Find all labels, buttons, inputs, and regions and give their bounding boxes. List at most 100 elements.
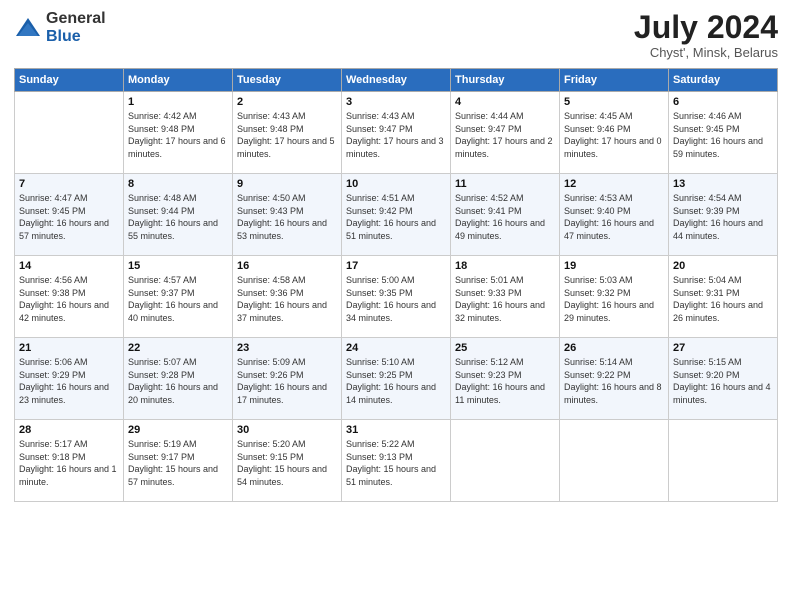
day-info: Sunrise: 4:43 AMSunset: 9:48 PMDaylight:… xyxy=(237,110,337,160)
day-cell: 25 Sunrise: 5:12 AMSunset: 9:23 PMDayligh… xyxy=(451,338,560,420)
day-info: Sunrise: 4:45 AMSunset: 9:46 PMDaylight:… xyxy=(564,110,664,160)
day-info: Sunrise: 4:48 AMSunset: 9:44 PMDaylight:… xyxy=(128,192,228,242)
day-info: Sunrise: 4:44 AMSunset: 9:47 PMDaylight:… xyxy=(455,110,555,160)
day-cell: 5 Sunrise: 4:45 AMSunset: 9:46 PMDaylight… xyxy=(560,92,669,174)
col-header-thursday: Thursday xyxy=(451,69,560,92)
header-row: SundayMondayTuesdayWednesdayThursdayFrid… xyxy=(15,69,778,92)
week-row-2: 7 Sunrise: 4:47 AMSunset: 9:45 PMDaylight… xyxy=(15,174,778,256)
day-cell: 18 Sunrise: 5:01 AMSunset: 9:33 PMDayligh… xyxy=(451,256,560,338)
day-info: Sunrise: 4:54 AMSunset: 9:39 PMDaylight:… xyxy=(673,192,773,242)
day-info: Sunrise: 5:04 AMSunset: 9:31 PMDaylight:… xyxy=(673,274,773,324)
logo: General Blue xyxy=(14,10,106,45)
page: General Blue July 2024 Chyst', Minsk, Be… xyxy=(0,0,792,612)
day-number: 7 xyxy=(19,178,119,190)
day-info: Sunrise: 5:15 AMSunset: 9:20 PMDaylight:… xyxy=(673,356,773,406)
day-cell: 4 Sunrise: 4:44 AMSunset: 9:47 PMDaylight… xyxy=(451,92,560,174)
day-cell: 29Sunrise: 5:19 AMSunset: 9:17 PMDayligh… xyxy=(124,420,233,502)
day-number: 18 xyxy=(455,260,555,272)
location-subtitle: Chyst', Minsk, Belarus xyxy=(634,45,778,60)
col-header-tuesday: Tuesday xyxy=(233,69,342,92)
day-number: 19 xyxy=(564,260,664,272)
day-cell xyxy=(15,92,124,174)
day-info: Sunrise: 4:46 AMSunset: 9:45 PMDaylight:… xyxy=(673,110,773,160)
day-number: 11 xyxy=(455,178,555,190)
day-number: 16 xyxy=(237,260,337,272)
week-row-1: 1Sunrise: 4:42 AMSunset: 9:48 PMDaylight… xyxy=(15,92,778,174)
col-header-sunday: Sunday xyxy=(15,69,124,92)
day-info: Sunrise: 5:22 AMSunset: 9:13 PMDaylight:… xyxy=(346,438,446,488)
day-cell: 17Sunrise: 5:00 AMSunset: 9:35 PMDayligh… xyxy=(342,256,451,338)
day-info: Sunrise: 4:58 AMSunset: 9:36 PMDaylight:… xyxy=(237,274,337,324)
day-cell: 12Sunrise: 4:53 AMSunset: 9:40 PMDayligh… xyxy=(560,174,669,256)
day-cell: 27 Sunrise: 5:15 AMSunset: 9:20 PMDayligh… xyxy=(669,338,778,420)
day-number: 3 xyxy=(346,96,446,108)
day-cell: 22Sunrise: 5:07 AMSunset: 9:28 PMDayligh… xyxy=(124,338,233,420)
day-number: 5 xyxy=(564,96,664,108)
day-cell: 23 Sunrise: 5:09 AMSunset: 9:26 PMDayligh… xyxy=(233,338,342,420)
day-number: 6 xyxy=(673,96,773,108)
day-cell xyxy=(451,420,560,502)
week-row-4: 21Sunrise: 5:06 AMSunset: 9:29 PMDayligh… xyxy=(15,338,778,420)
day-cell: 8Sunrise: 4:48 AMSunset: 9:44 PMDaylight… xyxy=(124,174,233,256)
day-cell: 19Sunrise: 5:03 AMSunset: 9:32 PMDayligh… xyxy=(560,256,669,338)
day-cell: 6 Sunrise: 4:46 AMSunset: 9:45 PMDaylight… xyxy=(669,92,778,174)
title-block: July 2024 Chyst', Minsk, Belarus xyxy=(634,10,778,60)
week-row-5: 28Sunrise: 5:17 AMSunset: 9:18 PMDayligh… xyxy=(15,420,778,502)
day-cell: 10 Sunrise: 4:51 AMSunset: 9:42 PMDayligh… xyxy=(342,174,451,256)
day-info: Sunrise: 5:20 AMSunset: 9:15 PMDaylight:… xyxy=(237,438,337,488)
week-row-3: 14 Sunrise: 4:56 AMSunset: 9:38 PMDayligh… xyxy=(15,256,778,338)
day-number: 24 xyxy=(346,342,446,354)
day-number: 2 xyxy=(237,96,337,108)
day-info: Sunrise: 4:47 AMSunset: 9:45 PMDaylight:… xyxy=(19,192,119,242)
day-number: 4 xyxy=(455,96,555,108)
col-header-saturday: Saturday xyxy=(669,69,778,92)
logo-icon xyxy=(14,14,42,42)
day-number: 23 xyxy=(237,342,337,354)
day-cell: 1Sunrise: 4:42 AMSunset: 9:48 PMDaylight… xyxy=(124,92,233,174)
day-info: Sunrise: 4:53 AMSunset: 9:40 PMDaylight:… xyxy=(564,192,664,242)
day-cell: 13 Sunrise: 4:54 AMSunset: 9:39 PMDayligh… xyxy=(669,174,778,256)
header: General Blue July 2024 Chyst', Minsk, Be… xyxy=(14,10,778,60)
day-cell: 30 Sunrise: 5:20 AMSunset: 9:15 PMDayligh… xyxy=(233,420,342,502)
col-header-monday: Monday xyxy=(124,69,233,92)
day-number: 30 xyxy=(237,424,337,436)
day-number: 25 xyxy=(455,342,555,354)
col-header-wednesday: Wednesday xyxy=(342,69,451,92)
day-cell: 28Sunrise: 5:17 AMSunset: 9:18 PMDayligh… xyxy=(15,420,124,502)
day-number: 27 xyxy=(673,342,773,354)
day-info: Sunrise: 5:12 AMSunset: 9:23 PMDaylight:… xyxy=(455,356,555,406)
day-info: Sunrise: 5:10 AMSunset: 9:25 PMDaylight:… xyxy=(346,356,446,406)
day-info: Sunrise: 4:43 AMSunset: 9:47 PMDaylight:… xyxy=(346,110,446,160)
day-cell: 2 Sunrise: 4:43 AMSunset: 9:48 PMDaylight… xyxy=(233,92,342,174)
day-info: Sunrise: 5:00 AMSunset: 9:35 PMDaylight:… xyxy=(346,274,446,324)
day-cell: 14 Sunrise: 4:56 AMSunset: 9:38 PMDayligh… xyxy=(15,256,124,338)
day-info: Sunrise: 4:51 AMSunset: 9:42 PMDaylight:… xyxy=(346,192,446,242)
day-number: 10 xyxy=(346,178,446,190)
day-number: 15 xyxy=(128,260,228,272)
day-info: Sunrise: 5:19 AMSunset: 9:17 PMDaylight:… xyxy=(128,438,228,488)
day-number: 26 xyxy=(564,342,664,354)
day-cell: 15Sunrise: 4:57 AMSunset: 9:37 PMDayligh… xyxy=(124,256,233,338)
day-info: Sunrise: 5:14 AMSunset: 9:22 PMDaylight:… xyxy=(564,356,664,406)
day-number: 14 xyxy=(19,260,119,272)
day-info: Sunrise: 5:09 AMSunset: 9:26 PMDaylight:… xyxy=(237,356,337,406)
day-number: 28 xyxy=(19,424,119,436)
day-cell: 20Sunrise: 5:04 AMSunset: 9:31 PMDayligh… xyxy=(669,256,778,338)
day-number: 22 xyxy=(128,342,228,354)
day-cell: 11 Sunrise: 4:52 AMSunset: 9:41 PMDayligh… xyxy=(451,174,560,256)
day-cell: 26 Sunrise: 5:14 AMSunset: 9:22 PMDayligh… xyxy=(560,338,669,420)
day-cell: 21Sunrise: 5:06 AMSunset: 9:29 PMDayligh… xyxy=(15,338,124,420)
day-cell: 7 Sunrise: 4:47 AMSunset: 9:45 PMDaylight… xyxy=(15,174,124,256)
day-info: Sunrise: 4:52 AMSunset: 9:41 PMDaylight:… xyxy=(455,192,555,242)
day-cell xyxy=(560,420,669,502)
day-info: Sunrise: 4:56 AMSunset: 9:38 PMDaylight:… xyxy=(19,274,119,324)
col-header-friday: Friday xyxy=(560,69,669,92)
day-info: Sunrise: 5:06 AMSunset: 9:29 PMDaylight:… xyxy=(19,356,119,406)
day-number: 13 xyxy=(673,178,773,190)
day-info: Sunrise: 5:01 AMSunset: 9:33 PMDaylight:… xyxy=(455,274,555,324)
day-cell: 16 Sunrise: 4:58 AMSunset: 9:36 PMDayligh… xyxy=(233,256,342,338)
calendar-table: SundayMondayTuesdayWednesdayThursdayFrid… xyxy=(14,68,778,502)
logo-blue: Blue xyxy=(46,28,81,45)
logo-general: General xyxy=(46,10,106,27)
day-cell: 3 Sunrise: 4:43 AMSunset: 9:47 PMDaylight… xyxy=(342,92,451,174)
